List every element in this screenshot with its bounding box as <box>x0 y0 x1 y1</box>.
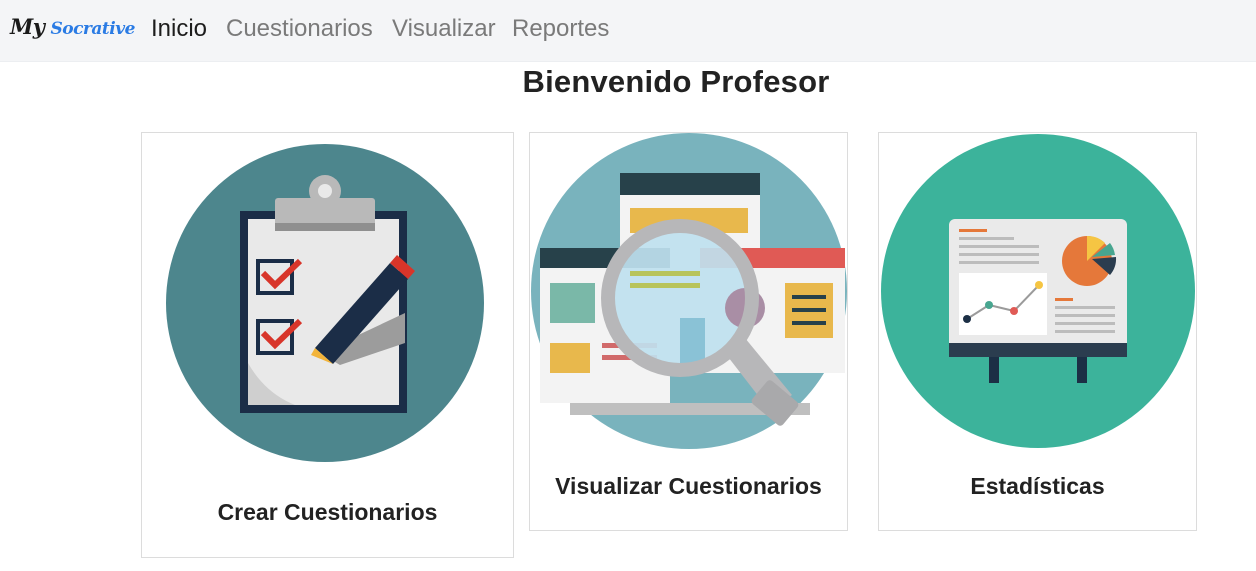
card-title: Visualizar Cuestionarios <box>555 473 822 499</box>
card-title: Estadísticas <box>970 473 1105 499</box>
nav-visualizar[interactable]: Visualizar <box>392 15 496 43</box>
card-title: Crear Cuestionarios <box>217 499 438 525</box>
nav-cuestionarios[interactable]: Cuestionarios <box>226 15 373 43</box>
card-visualizar-cuestionarios[interactable]: Visualizar Cuestionarios <box>529 132 848 531</box>
clipboard-checklist-icon <box>166 144 484 462</box>
presentation-board-icon <box>881 134 1195 448</box>
brand-logo[interactable]: My Socrative <box>10 14 135 39</box>
card-estadisticas[interactable]: Estadísticas <box>878 132 1197 531</box>
magnifier-webpage-icon <box>531 133 847 449</box>
nav-inicio[interactable]: Inicio <box>151 15 207 43</box>
page-title: Bienvenido Profesor <box>522 64 830 99</box>
top-navbar: My Socrative Inicio Cuestionarios Visuali… <box>0 0 1256 62</box>
brand-my: My <box>10 14 45 39</box>
brand-socrative: Socrative <box>50 19 135 39</box>
nav-reportes[interactable]: Reportes <box>512 15 609 43</box>
card-crear-cuestionarios[interactable]: Crear Cuestionarios <box>141 132 514 558</box>
